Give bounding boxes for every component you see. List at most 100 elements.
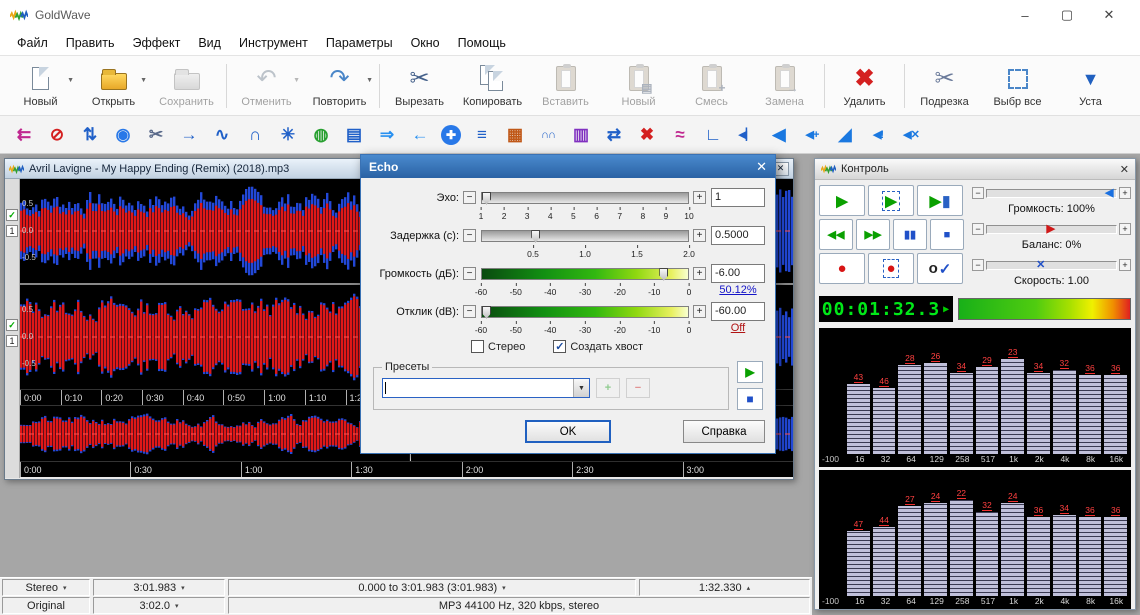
menu-window[interactable]: Окно [402, 32, 449, 54]
toolbar-scissors-button[interactable]: ✂Вырезать [383, 64, 456, 108]
help-button[interactable]: Справка [683, 420, 765, 443]
delay-value[interactable]: 0.5000 [711, 226, 765, 245]
echo-amount-slider[interactable] [481, 192, 689, 204]
volume-plus-button[interactable]: + [1119, 187, 1131, 199]
channel-right-enable[interactable]: ✓ [6, 319, 18, 331]
feedback-sub-link[interactable]: Off [711, 321, 765, 335]
playback-position-field[interactable]: 1:32.330▴ [639, 579, 810, 596]
volume-thumb[interactable] [659, 268, 668, 281]
record-button[interactable]: ● [819, 253, 865, 284]
feedback-value[interactable]: -60.00 [711, 302, 765, 321]
shift-left-icon[interactable]: ⇇ [12, 123, 36, 147]
checkbox-stereo[interactable]: Стерео [471, 340, 525, 353]
toolbar-select-all-button[interactable]: Выбр все [981, 64, 1054, 108]
channel-left-enable[interactable]: ✓ [6, 209, 18, 221]
echo-dialog-titlebar[interactable]: Echo ✕ [361, 155, 775, 178]
speed-slider[interactable]: − ✕ + [972, 257, 1131, 273]
flanger-icon[interactable]: ◍ [309, 123, 333, 147]
pan-icon[interactable]: ✚ [441, 125, 461, 145]
expression-icon[interactable]: ∟ [701, 123, 725, 147]
mechanize-icon[interactable]: ✳ [276, 123, 300, 147]
rewind-button[interactable]: ◀◀ [819, 219, 853, 250]
fast-forward-button[interactable]: ▶▶ [856, 219, 890, 250]
menu-options[interactable]: Параметры [317, 32, 402, 54]
speed-thumb-icon[interactable]: ✕ [1036, 258, 1045, 272]
stereo-checkbox-box[interactable] [471, 340, 484, 353]
combo-dropdown-icon[interactable]: ▼ [573, 379, 589, 397]
balance-track[interactable]: ▶ [986, 225, 1117, 234]
dropdown-caret-icon[interactable]: ▼ [293, 77, 300, 84]
spin-arrow-icon[interactable]: ▾ [181, 584, 185, 592]
echo-amount-value[interactable]: 1 [711, 188, 765, 207]
dropdown-caret-icon[interactable]: ▼ [140, 77, 147, 84]
volume-minus-button[interactable]: − [972, 187, 984, 199]
arrow-left-icon[interactable]: ← [408, 123, 432, 147]
minimize-button[interactable]: – [1004, 0, 1046, 30]
play-button[interactable]: ▶ [819, 185, 865, 216]
delay-thumb[interactable] [531, 230, 540, 243]
file-format-field[interactable]: MP3 44100 Hz, 320 kbps, stereo [228, 597, 810, 614]
toolbar-undo-arrow-button[interactable]: ↶Отменить▼ [230, 64, 303, 108]
channel-mode-field[interactable]: Stereo▾ [2, 579, 90, 596]
play-all-button[interactable]: ▶▮ [917, 185, 963, 216]
file-length-field[interactable]: 3:02.0▾ [93, 597, 225, 614]
control-panel-titlebar[interactable]: Контроль ✕ [815, 159, 1135, 180]
toolbar-copy-pages-button[interactable]: Копировать [456, 64, 529, 108]
feedback-increase-button[interactable]: + [693, 305, 706, 318]
menu-tool[interactable]: Инструмент [230, 32, 317, 54]
preset-combobox[interactable]: ▼ [382, 378, 590, 398]
selection-range-field[interactable]: 0.000 to 3:01.983 (3:01.983)▾ [228, 579, 636, 596]
menu-edit[interactable]: Править [57, 32, 124, 54]
stop-button[interactable]: ■ [930, 219, 964, 250]
balance-plus-button[interactable]: + [1119, 223, 1131, 235]
volume-slider[interactable]: − ◀ + [972, 185, 1131, 201]
offset-icon[interactable]: → [177, 123, 201, 147]
rainbow-icon[interactable]: ≈ [668, 123, 692, 147]
marker-start-icon[interactable]: ◀▏ [734, 123, 758, 147]
balance-slider[interactable]: − ▶ + [972, 221, 1131, 237]
record-selection-button[interactable]: ● [868, 253, 914, 284]
speaker-icon[interactable]: ◀ [767, 123, 791, 147]
exchange-channels-icon[interactable]: ⇅ [78, 123, 102, 147]
original-status-field[interactable]: Original [2, 597, 90, 614]
echo-amount-increase-button[interactable]: + [693, 191, 706, 204]
volume-track[interactable]: ◀ [986, 189, 1117, 198]
echo-amount-thumb[interactable] [482, 192, 491, 205]
speed-track[interactable]: ✕ [986, 261, 1117, 270]
spin-arrow-icon[interactable]: ▾ [502, 584, 506, 592]
dropdown-caret-icon[interactable]: ▼ [366, 77, 373, 84]
delay-increase-button[interactable]: + [693, 229, 706, 242]
preset-add-button[interactable]: + [596, 378, 620, 398]
echo-close-button[interactable]: ✕ [756, 159, 767, 175]
delay-slider[interactable] [481, 230, 689, 242]
spectrum-icon[interactable]: ▥ [569, 123, 593, 147]
preview-stop-button[interactable]: ■ [737, 388, 763, 410]
fade-icon[interactable]: ◢ [833, 123, 857, 147]
menu-file[interactable]: Файл [8, 32, 57, 54]
total-length-field[interactable]: 3:01.983▾ [93, 579, 225, 596]
toolbar-paste-new-button[interactable]: ▤Новый [602, 64, 675, 108]
no-clipping-icon[interactable]: ⊘ [45, 123, 69, 147]
spin-arrow-icon[interactable]: ▾ [175, 602, 179, 610]
toolbar-mix-clipboard-button[interactable]: +Смесь [675, 64, 748, 108]
reverse-icon[interactable]: ∩ [243, 123, 267, 147]
volume-value[interactable]: -6.00 [711, 264, 765, 283]
balance-minus-button[interactable]: − [972, 223, 984, 235]
toolbar-open-folder-button[interactable]: Открыть▼ [77, 64, 150, 108]
volume-thumb-icon[interactable]: ◀ [1105, 186, 1113, 200]
delay-decrease-button[interactable]: − [463, 229, 476, 242]
spin-arrow-icon[interactable]: ▾ [63, 584, 67, 592]
control-close-button[interactable]: ✕ [1120, 163, 1129, 176]
menu-effect[interactable]: Эффект [123, 32, 189, 54]
ok-button[interactable]: OK [525, 420, 611, 443]
resample-icon[interactable]: ⇄ [602, 123, 626, 147]
volume-sub-link[interactable]: 50.12% [711, 283, 765, 297]
shift-right-icon[interactable]: ⇒ [375, 123, 399, 147]
pause-button[interactable]: ▮▮ [893, 219, 927, 250]
close-button[interactable]: ✕ [1088, 0, 1130, 30]
toolbar-replace-clipboard-button[interactable]: →Замена [748, 64, 821, 108]
play-selection-button[interactable]: ▶ [868, 185, 914, 216]
mute-icon[interactable]: ◀✕ [899, 123, 923, 147]
toolbar-trim-button[interactable]: ✂Подрезка [908, 64, 981, 108]
toolbar-new-file-button[interactable]: Новый▼ [4, 64, 77, 108]
